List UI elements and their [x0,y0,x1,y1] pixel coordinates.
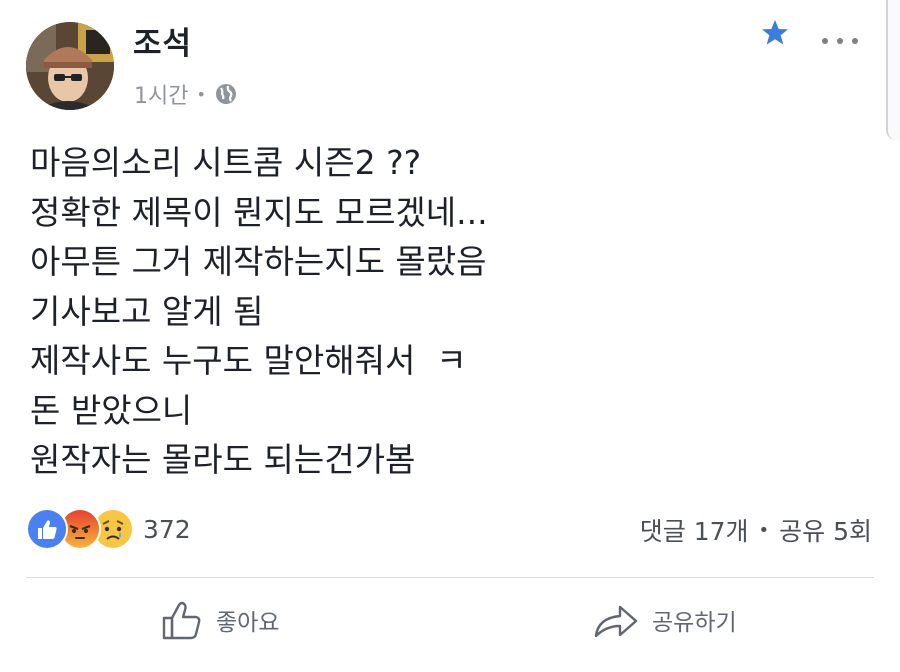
star-icon[interactable] [760,18,790,48]
like-label: 좋아요 [216,610,280,636]
share-count[interactable]: 공유 5회 [779,512,872,548]
share-label: 공유하기 [652,610,737,636]
post-line: 돈 받았으니 [30,390,193,430]
divider [26,577,874,578]
reaction-summary[interactable]: 372 [26,508,191,550]
stats-separator: • [758,519,770,541]
more-dot [852,38,858,44]
facebook-post: 조석 1시간 • 마음의소리 시트콤 시즌2 ?? 정확한 제목이 뭔지도 모르… [0,0,900,672]
post-time[interactable]: 1시간 [134,78,188,110]
comment-count[interactable]: 댓글 17개 [640,512,749,548]
more-options-icon[interactable] [822,38,858,46]
more-dot [837,38,843,44]
post-line: 원작자는 몰라도 되는건가봄 [30,440,416,479]
post-line: 제작사도 누구도 말안해줘서 ㅋ [30,341,467,380]
avatar-image [26,22,114,110]
post-body: 마음의소리 시트콤 시즌2 ?? 정확한 제목이 뭔지도 모르겠네... 아무튼… [30,138,850,485]
author-name[interactable]: 조석 [133,18,192,63]
meta-separator: • [196,84,206,104]
post-meta: 1시간 • [134,78,238,110]
post-line: 아무튼 그거 제작하는지도 몰랐음 [30,242,487,281]
post-line: 마음의소리 시트콤 시즌2 ?? [30,143,422,182]
share-button[interactable]: 공유하기 [592,598,737,642]
thumbs-up-icon [162,601,201,640]
globe-icon[interactable] [214,82,238,106]
post-line: 기사보고 알게 됨 [30,291,264,331]
like-button[interactable]: 좋아요 [160,598,279,642]
more-dot [822,38,828,44]
like-reaction-icon [26,508,68,550]
post-line: 정확한 제목이 뭔지도 모르겠네... [30,192,488,232]
reaction-count: 372 [143,514,191,544]
share-arrow-icon [594,605,638,638]
post-stats: 댓글 17개 • 공유 5회 [640,512,872,548]
avatar[interactable] [26,22,114,110]
scroll-edge [886,0,900,140]
